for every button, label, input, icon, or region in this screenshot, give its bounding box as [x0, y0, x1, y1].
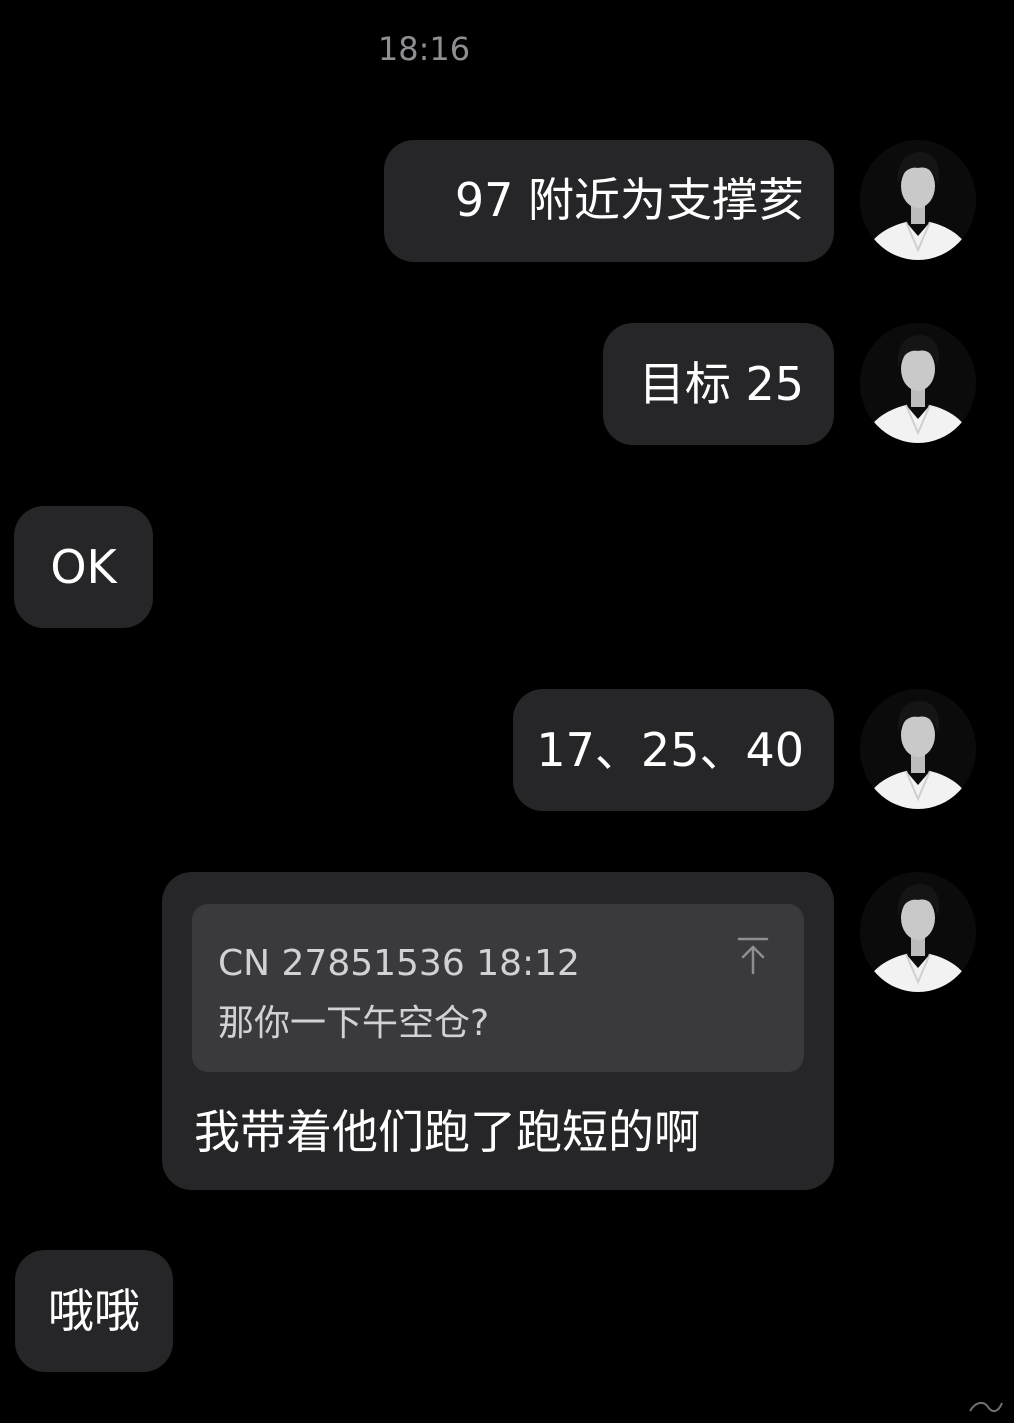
avatar-photo: [860, 140, 976, 260]
arrow-up-to-top-icon[interactable]: [736, 936, 770, 976]
watermark-icon: [969, 1401, 1003, 1413]
message-text: OK: [50, 540, 117, 594]
message-bubble-incoming[interactable]: 哦哦: [15, 1250, 173, 1372]
avatar[interactable]: [860, 872, 976, 992]
message-bubble-outgoing[interactable]: 目标 25: [603, 323, 834, 445]
message-text: 我带着他们跑了跑短的啊: [194, 1105, 700, 1159]
chat-timestamp: 18:16: [377, 30, 471, 68]
message-text: 17、25、40: [536, 723, 804, 777]
avatar[interactable]: [860, 689, 976, 809]
message-bubble-outgoing[interactable]: 97 附近为支撑荄: [384, 140, 834, 262]
avatar-photo: [860, 689, 976, 809]
message-text: 97 附近为支撑荄: [454, 173, 804, 227]
message-bubble-outgoing[interactable]: 17、25、40: [513, 689, 834, 811]
quoted-message-text: 那你一下午空仓?: [218, 1003, 490, 1044]
message-bubble-incoming[interactable]: OK: [14, 506, 153, 628]
avatar[interactable]: [860, 140, 976, 260]
message-bubble-outgoing-reply[interactable]: CN 27851536 18:12 那你一下午空仓? 我带着他们跑了跑短的啊: [162, 872, 834, 1190]
avatar[interactable]: [860, 323, 976, 443]
avatar-photo: [860, 872, 976, 992]
quoted-message[interactable]: CN 27851536 18:12 那你一下午空仓?: [192, 904, 804, 1072]
quoted-message-meta: CN 27851536 18:12: [218, 943, 580, 984]
message-text: 目标 25: [638, 357, 804, 411]
avatar-photo: [860, 323, 976, 443]
message-text: 哦哦: [48, 1284, 140, 1338]
